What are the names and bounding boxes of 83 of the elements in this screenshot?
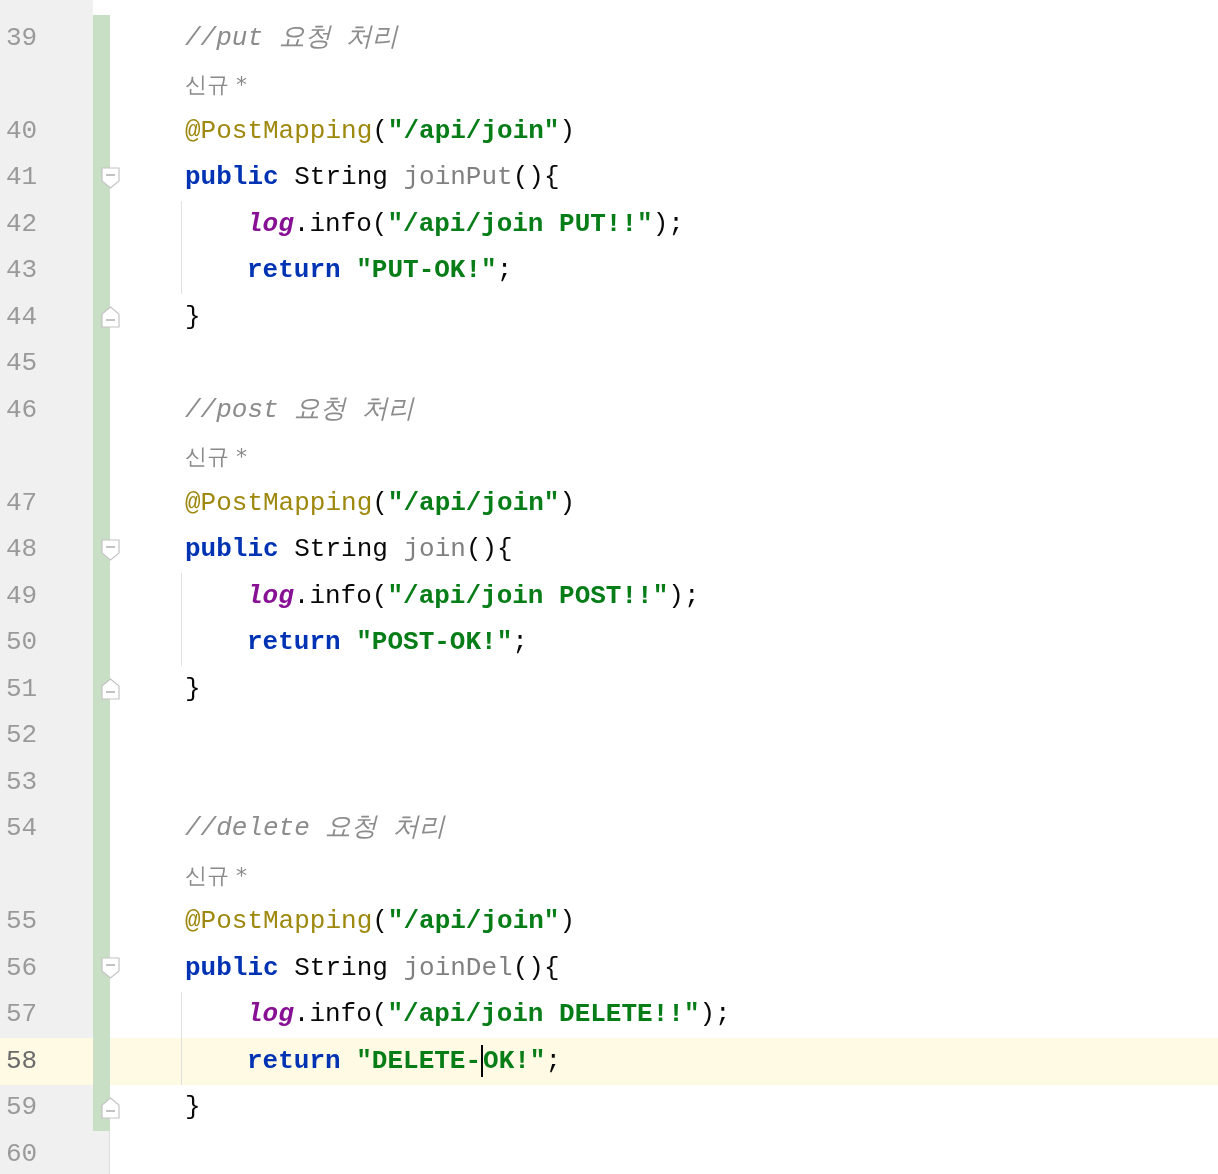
code-string: "DELETE- bbox=[356, 1044, 482, 1078]
code-field: log bbox=[247, 576, 294, 616]
code-string: "/api/join" bbox=[387, 486, 560, 520]
line-number: 48 bbox=[6, 533, 38, 567]
code-text: ( bbox=[372, 486, 388, 520]
code-string: "/api/join" bbox=[387, 114, 560, 148]
code-annotation: @PostMapping bbox=[185, 114, 373, 148]
code-text: } bbox=[185, 1091, 201, 1125]
code-keyword: return bbox=[247, 1044, 341, 1078]
line-number: 57 bbox=[6, 998, 38, 1032]
code-text: ; bbox=[496, 254, 513, 288]
line-number: 54 bbox=[6, 812, 38, 846]
fold-marker-icon[interactable] bbox=[101, 678, 120, 700]
line-number: 40 bbox=[6, 114, 38, 148]
line-number: 58 bbox=[6, 1044, 38, 1078]
code-text: String bbox=[293, 161, 389, 195]
code-text: (){ bbox=[512, 161, 560, 195]
fold-marker-icon[interactable] bbox=[101, 306, 120, 328]
line-number: 56 bbox=[6, 951, 38, 985]
code-method-name: join bbox=[403, 533, 466, 567]
line-number: 49 bbox=[6, 579, 38, 613]
line-number: 55 bbox=[6, 905, 38, 939]
fold-marker-icon[interactable] bbox=[101, 957, 120, 979]
line-number: 59 bbox=[6, 1091, 38, 1125]
line-number: 41 bbox=[6, 161, 38, 195]
code-text: ) bbox=[559, 905, 576, 939]
code-field: log bbox=[247, 204, 294, 244]
code-string: "/api/join DELETE!!" bbox=[387, 998, 700, 1032]
line-number: 46 bbox=[6, 393, 38, 427]
line-number: 47 bbox=[6, 486, 38, 520]
code-keyword: public bbox=[185, 533, 279, 567]
inlay-hint[interactable]: 신규 * bbox=[185, 440, 247, 474]
line-number: 39 bbox=[6, 21, 38, 55]
fold-marker-icon[interactable] bbox=[101, 538, 120, 561]
fold-marker-icon[interactable] bbox=[101, 166, 120, 189]
line-number: 42 bbox=[6, 207, 38, 241]
code-comment: //post 요청 처리 bbox=[185, 393, 414, 427]
code-text: ) bbox=[559, 114, 576, 148]
code-text: ; bbox=[512, 626, 528, 660]
code-string: OK!" bbox=[483, 1044, 546, 1078]
code-string: "/api/join" bbox=[387, 905, 560, 939]
line-number: 60 bbox=[6, 1137, 38, 1171]
text-caret bbox=[481, 1045, 484, 1078]
code-text: ; bbox=[545, 1044, 562, 1078]
line-number: 43 bbox=[6, 254, 38, 288]
code-text: String bbox=[293, 533, 389, 567]
code-text: ); bbox=[668, 579, 700, 613]
code-string: "POST-OK!" bbox=[356, 626, 513, 660]
code-string: "PUT-OK!" bbox=[356, 254, 497, 288]
line-number: 45 bbox=[6, 347, 38, 381]
inlay-hint[interactable]: 신규 * bbox=[185, 858, 247, 892]
code-text: ); bbox=[699, 998, 731, 1032]
code-text: ); bbox=[652, 207, 684, 241]
line-number: 52 bbox=[6, 719, 38, 753]
code-keyword: return bbox=[247, 254, 341, 288]
code-text: String bbox=[293, 951, 389, 985]
code-method-name: joinDel bbox=[403, 951, 513, 985]
code-method-name: joinPut bbox=[403, 161, 513, 195]
code-field: log bbox=[247, 995, 294, 1035]
line-number: 44 bbox=[6, 300, 38, 334]
line-number: 50 bbox=[6, 626, 38, 660]
code-text: } bbox=[185, 672, 201, 706]
code-text: (){ bbox=[512, 951, 560, 985]
code-string: "/api/join POST!!" bbox=[387, 579, 669, 613]
line-number: 53 bbox=[6, 765, 38, 799]
code-comment: //delete 요청 처리 bbox=[185, 812, 446, 846]
code-keyword: return bbox=[247, 626, 341, 660]
code-text: ( bbox=[372, 114, 388, 148]
code-string: "/api/join PUT!!" bbox=[387, 207, 653, 241]
code-keyword: public bbox=[185, 161, 279, 195]
code-keyword: public bbox=[185, 951, 279, 985]
line-number: 51 bbox=[6, 672, 38, 706]
code-text: .info( bbox=[293, 579, 388, 613]
code-annotation: @PostMapping bbox=[185, 905, 373, 939]
code-text: ( bbox=[372, 905, 388, 939]
code-text: .info( bbox=[293, 207, 388, 241]
code-annotation: @PostMapping bbox=[185, 486, 373, 520]
code-text: } bbox=[185, 300, 201, 334]
code-text: .info( bbox=[293, 998, 388, 1032]
code-text: (){ bbox=[465, 533, 513, 567]
code-comment: //put 요청 처리 bbox=[185, 21, 399, 55]
inlay-hint[interactable]: 신규 * bbox=[185, 68, 247, 102]
code-text: ) bbox=[559, 486, 576, 520]
